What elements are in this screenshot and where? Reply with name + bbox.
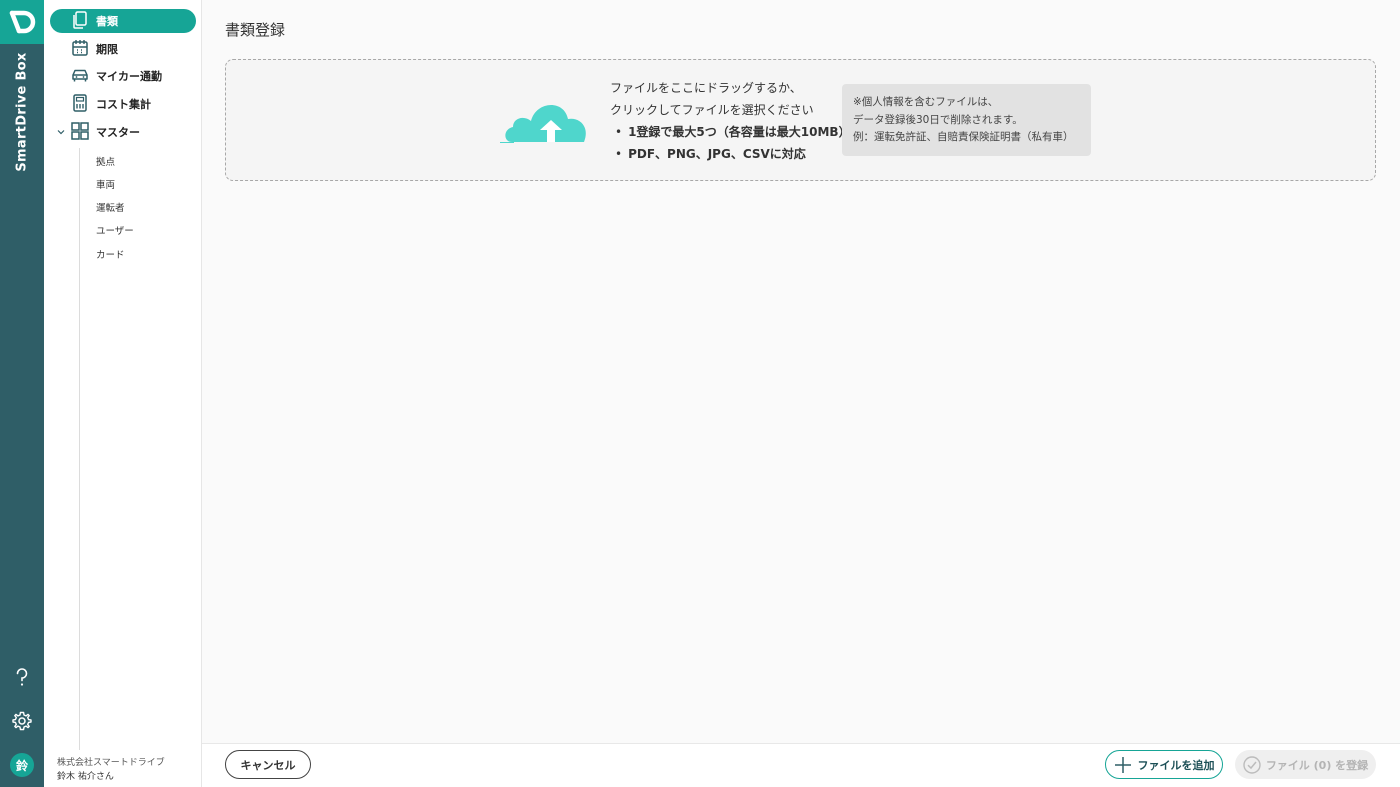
add-file-button[interactable]: ファイルを追加 — [1105, 750, 1223, 779]
sidebar-item-label: 書類 — [96, 15, 118, 28]
sidebar-item-label: 期限 — [96, 43, 118, 56]
help-icon[interactable] — [11, 666, 33, 688]
add-file-label: ファイルを追加 — [1137, 758, 1215, 772]
avatar[interactable]: 鈴 — [10, 753, 34, 777]
privacy-notice: ※個人情報を含むファイルは、 データ登録後30日で削除されます。 例：運転免許証… — [842, 84, 1091, 156]
sidebar-item-mycar-commute[interactable]: マイカー通勤 — [50, 64, 196, 88]
brand-name: SmartDrive Box — [14, 52, 30, 172]
sidebar-item-master[interactable]: マスター — [50, 120, 196, 144]
sidebar-subitem-drivers[interactable]: 運転者 — [96, 200, 125, 214]
sidebar-subitem-locations[interactable]: 拠点 — [96, 154, 115, 168]
sidebar-item-documents[interactable]: 書類 — [50, 9, 196, 33]
cancel-button[interactable]: キャンセル — [225, 750, 311, 779]
documents-icon — [73, 11, 87, 29]
sidebar-item-deadline[interactable]: 期限 — [50, 37, 196, 61]
sidebar-item-label: マスター — [96, 126, 140, 139]
calendar-icon — [72, 40, 88, 56]
register-files-button[interactable]: ファイル (0) を登録 — [1235, 750, 1376, 779]
check-circle-icon — [1243, 755, 1261, 774]
sidebar-item-label: マイカー通勤 — [96, 70, 162, 83]
logo-icon — [9, 10, 36, 34]
notice-line: データ登録後30日で削除されます。 — [853, 113, 1023, 126]
dropzone-limit: 1登録で最大5つ（各容量は最大10MB） — [615, 123, 851, 140]
calculator-icon — [73, 94, 87, 112]
plus-icon — [1114, 756, 1131, 773]
sidebar-subitem-cards[interactable]: カード — [96, 247, 125, 261]
page-title: 書類登録 — [225, 21, 286, 39]
dropzone-instruction: ファイルをここにドラッグするか、 — [610, 81, 802, 95]
file-dropzone[interactable] — [225, 59, 1376, 181]
notice-line: ※個人情報を含むファイルは、 — [853, 96, 999, 108]
register-files-label: ファイル (0) を登録 — [1265, 758, 1369, 772]
cloud-upload-icon — [500, 104, 586, 143]
sidebar-subitem-vehicles[interactable]: 車両 — [96, 177, 115, 191]
gear-icon[interactable] — [11, 710, 33, 732]
user-name: 鈴木 祐介さん — [57, 772, 114, 782]
company-name: 株式会社スマートドライブ — [57, 758, 165, 768]
tree-line — [79, 148, 80, 750]
app-logo[interactable] — [0, 0, 44, 44]
sidebar-subitem-users[interactable]: ユーザー — [96, 223, 134, 237]
car-icon — [72, 69, 88, 82]
sidebar: 書類 期限 マイカー通勤 コスト集計 マスター 拠点 車両 運転者 ユーザー カ… — [44, 0, 202, 787]
sidebar-item-cost-summary[interactable]: コスト集計 — [50, 92, 196, 116]
grid-icon — [71, 122, 89, 140]
dropzone-formats: PDF、PNG、JPG、CSVに対応 — [615, 145, 806, 162]
sidebar-item-label: コスト集計 — [96, 98, 151, 111]
notice-line: 例：運転免許証、自賠責保険証明書（私有車） — [853, 131, 1074, 143]
dropzone-instruction: クリックしてファイルを選択ください — [610, 103, 814, 117]
app-rail: SmartDrive Box 鈴 — [0, 0, 44, 787]
